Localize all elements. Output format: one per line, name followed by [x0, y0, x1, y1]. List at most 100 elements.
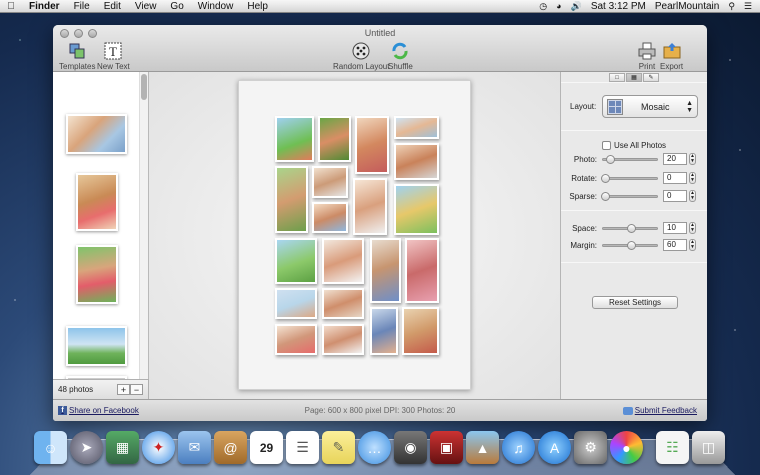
- menu-file[interactable]: File: [67, 1, 97, 12]
- messages-icon[interactable]: …: [358, 431, 391, 464]
- random-layout-button[interactable]: Random Layout: [333, 41, 389, 71]
- collage-photo[interactable]: [322, 238, 364, 284]
- mission-control-icon[interactable]: ▦: [106, 431, 139, 464]
- photo-sidebar[interactable]: [53, 72, 149, 379]
- collage-photo[interactable]: [275, 288, 317, 319]
- menubar-clock[interactable]: Sat 3:12 PM: [591, 1, 646, 12]
- photo-slider[interactable]: [602, 154, 658, 164]
- margin-stepper[interactable]: ▲ ▼: [689, 239, 696, 251]
- notification-list-icon[interactable]: ☰: [744, 1, 752, 12]
- rotate-stepper[interactable]: ▲ ▼: [689, 172, 696, 184]
- shuffle-button[interactable]: Shuffle: [388, 41, 413, 71]
- tab-edit-settings[interactable]: ✎: [643, 73, 659, 82]
- photo-thumbnail[interactable]: [66, 326, 127, 366]
- notes-icon[interactable]: ✎: [322, 431, 355, 464]
- collage-photo[interactable]: [275, 116, 314, 162]
- collage-photo[interactable]: [405, 238, 439, 303]
- reminders-icon[interactable]: ☰: [286, 431, 319, 464]
- app-store-icon[interactable]: A: [538, 431, 571, 464]
- itunes-icon[interactable]: ♫: [502, 431, 535, 464]
- collage-photo[interactable]: [318, 116, 351, 162]
- menu-view[interactable]: View: [128, 1, 164, 12]
- apple-icon[interactable]: : [0, 1, 22, 12]
- collage-photo[interactable]: [275, 324, 317, 355]
- panel-tabs: □ ▦ ✎: [561, 72, 707, 82]
- space-slider[interactable]: [602, 223, 658, 233]
- photo-booth-icon[interactable]: ▣: [430, 431, 463, 464]
- collage-photo[interactable]: [355, 116, 389, 174]
- collage-photo-image: [396, 186, 437, 233]
- margin-slider[interactable]: [602, 240, 658, 250]
- sidebar-scrollbar[interactable]: [139, 72, 148, 379]
- print-button[interactable]: Print: [637, 41, 657, 71]
- collage-photo[interactable]: [275, 166, 308, 233]
- menu-edit[interactable]: Edit: [97, 1, 128, 12]
- sparse-stepper[interactable]: ▲ ▼: [689, 190, 696, 202]
- sidebar-scroll-thumb[interactable]: [141, 74, 147, 100]
- remove-photo-button[interactable]: −: [130, 384, 143, 395]
- menu-app-finder[interactable]: Finder: [22, 1, 67, 12]
- templates-button[interactable]: Templates: [59, 41, 95, 71]
- collage-photo[interactable]: [353, 178, 387, 235]
- space-slider-knob[interactable]: [626, 223, 636, 233]
- volume-icon[interactable]: 🔊: [571, 1, 582, 12]
- time-machine-icon[interactable]: ◷: [539, 1, 547, 12]
- margin-setting-row: Margin: 60 ▲ ▼: [561, 238, 707, 252]
- menu-go[interactable]: Go: [163, 1, 190, 12]
- photo-thumbnail[interactable]: [76, 245, 118, 304]
- menubar-user[interactable]: PearlMountain: [655, 1, 719, 12]
- photo-slider-knob[interactable]: [605, 154, 615, 164]
- rotate-slider[interactable]: [601, 173, 658, 183]
- mail-icon[interactable]: ✉: [178, 431, 211, 464]
- use-all-photos-checkbox[interactable]: [602, 140, 611, 150]
- sparse-slider-knob[interactable]: [601, 191, 610, 201]
- new-text-button[interactable]: T New Text: [97, 41, 130, 71]
- collage-photo[interactable]: [322, 324, 364, 355]
- sparse-value-field[interactable]: 0: [663, 190, 687, 202]
- photo-stepper[interactable]: ▲ ▼: [689, 153, 696, 165]
- collage-photo[interactable]: [312, 202, 348, 233]
- facetime-icon[interactable]: ◉: [394, 431, 427, 464]
- photo-thumbnail[interactable]: [66, 114, 127, 154]
- margin-value-field[interactable]: 60: [663, 239, 687, 251]
- rotate-value-field[interactable]: 0: [663, 172, 687, 184]
- collage-photo[interactable]: [394, 143, 439, 180]
- add-photo-button[interactable]: +: [117, 384, 130, 395]
- menu-help[interactable]: Help: [240, 1, 275, 12]
- export-button[interactable]: Export: [660, 41, 683, 71]
- collage-photo-image: [372, 240, 399, 301]
- collage-photo[interactable]: [370, 238, 401, 303]
- tab-page-settings[interactable]: □: [609, 73, 625, 82]
- safari-icon[interactable]: ✦: [142, 431, 175, 464]
- collage-photo[interactable]: [312, 166, 348, 198]
- finder-icon[interactable]: ☺: [34, 431, 67, 464]
- contacts-icon[interactable]: @: [214, 431, 247, 464]
- photo-value-field[interactable]: 20: [663, 153, 687, 165]
- collage-photo[interactable]: [275, 238, 317, 284]
- reset-settings-button[interactable]: Reset Settings: [592, 296, 678, 309]
- wifi-icon[interactable]: ◕: [556, 1, 561, 11]
- trash-icon[interactable]: ◫: [692, 431, 725, 464]
- collage-photo[interactable]: [370, 307, 398, 355]
- rotate-slider-knob[interactable]: [601, 173, 610, 183]
- iphoto-icon[interactable]: ▲: [466, 431, 499, 464]
- collage-photo[interactable]: [394, 116, 439, 139]
- photo-thumbnail[interactable]: [76, 173, 118, 231]
- menu-window[interactable]: Window: [191, 1, 241, 12]
- layout-select[interactable]: Mosaic ▲ ▼: [602, 95, 698, 118]
- calendar-icon[interactable]: 29: [250, 431, 283, 464]
- launchpad-icon[interactable]: ➤: [70, 431, 103, 464]
- margin-slider-knob[interactable]: [626, 240, 636, 250]
- collage-photo[interactable]: [402, 307, 439, 355]
- space-value-field[interactable]: 10: [663, 222, 687, 234]
- collage-photo[interactable]: [394, 184, 439, 235]
- collage-photo[interactable]: [322, 288, 364, 319]
- system-preferences-icon[interactable]: ⚙: [574, 431, 607, 464]
- spotlight-search-icon[interactable]: ⚲: [728, 1, 735, 12]
- collage-app-icon[interactable]: ●: [610, 431, 643, 464]
- space-stepper[interactable]: ▲ ▼: [689, 222, 696, 234]
- collage-page[interactable]: [238, 80, 471, 390]
- tab-layout-settings[interactable]: ▦: [626, 73, 642, 82]
- document-icon[interactable]: ☷: [656, 431, 689, 464]
- sparse-slider[interactable]: [601, 191, 658, 201]
